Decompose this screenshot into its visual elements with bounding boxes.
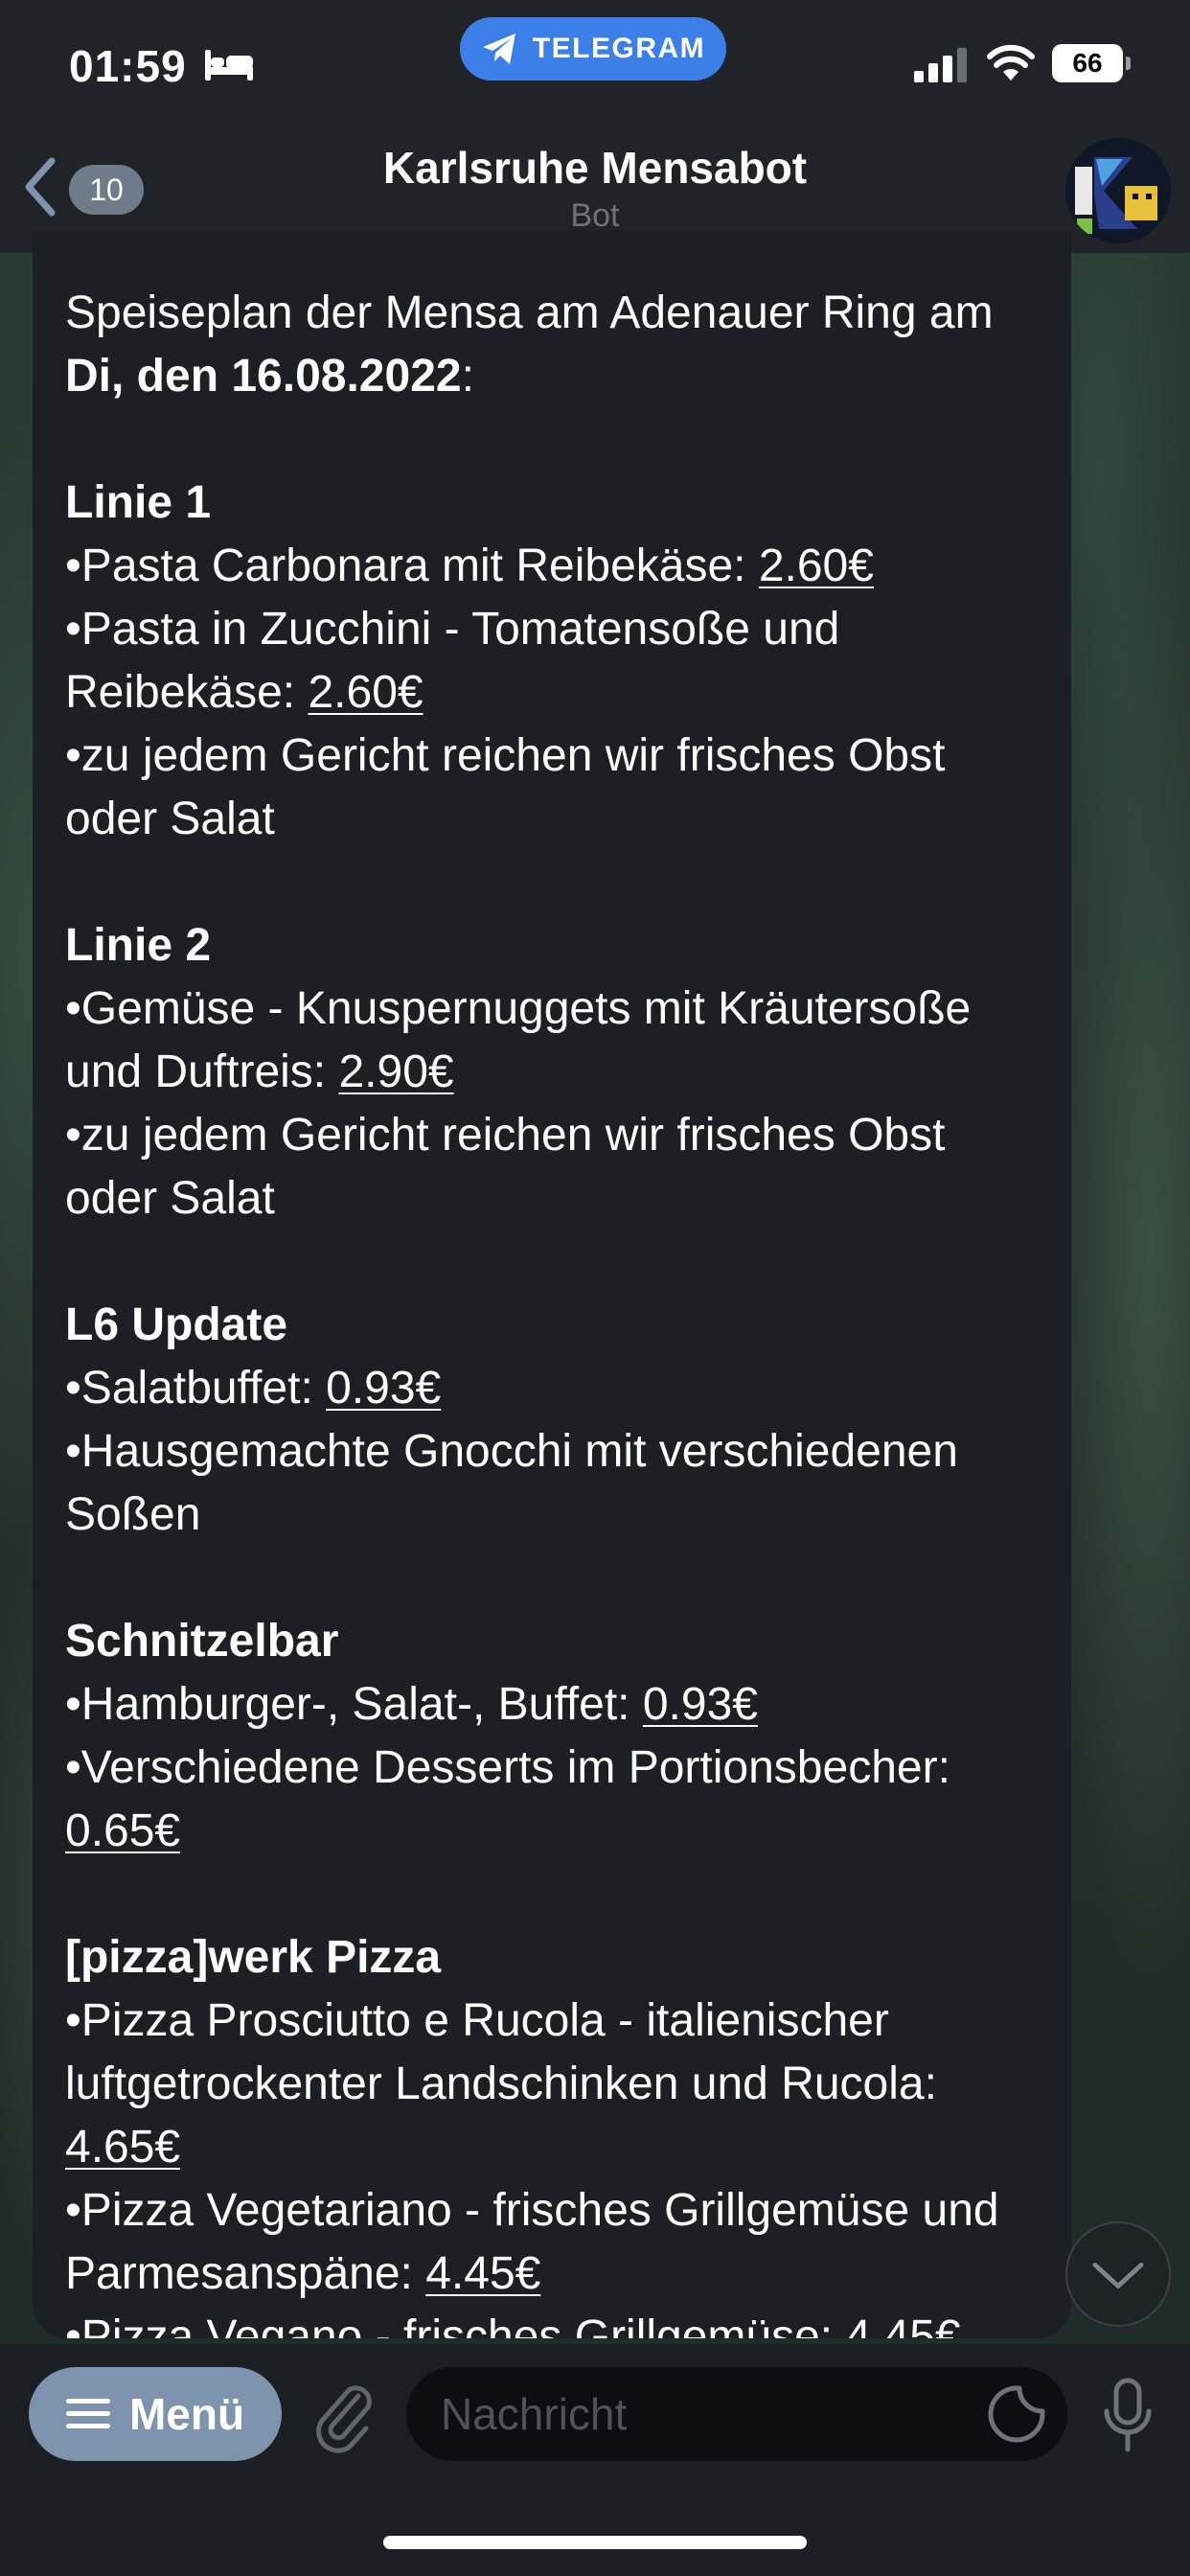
- menu-item: •Gemüse - Knuspernuggets mit Kräutersoße…: [65, 978, 1039, 1104]
- bed-icon: [205, 50, 253, 80]
- menu-item-text: •Verschiedene Desserts im Portionsbecher…: [65, 1742, 950, 1793]
- menu-item: •Pasta in Zucchini - Tomatensoße und Rei…: [65, 598, 1039, 724]
- menu-item-price[interactable]: 2.60€: [308, 667, 423, 718]
- menu-section-heading: L6 Update: [65, 1300, 288, 1350]
- telegram-pill[interactable]: TELEGRAM: [460, 17, 726, 80]
- message-date: Di, den 16.08.2022: [65, 351, 462, 402]
- menu-item: •Hausgemachte Gnocchi mit verschiedenen …: [65, 1420, 1039, 1547]
- menu-item-text: •Hamburger-, Salat-, Buffet:: [65, 1679, 643, 1730]
- avatar[interactable]: [1065, 138, 1171, 243]
- menu-item: •Verschiedene Desserts im Portionsbecher…: [65, 1736, 1039, 1863]
- sticker-icon[interactable]: [987, 2384, 1046, 2444]
- menu-item-price[interactable]: 0.93€: [643, 1679, 758, 1730]
- menu-section-heading: Linie 2: [65, 920, 212, 971]
- menu-message: Speiseplan der Mensa am Adenauer Ring am…: [65, 282, 1039, 2338]
- status-time: 01:59: [69, 41, 187, 91]
- menu-item-text: •Pasta in Zucchini - Tomatensoße und Rei…: [65, 604, 840, 718]
- menu-item-price[interactable]: 0.93€: [326, 1363, 441, 1414]
- battery-icon: 66: [1052, 44, 1131, 82]
- signal-icon: [914, 48, 967, 82]
- menu-item-text: •zu jedem Gericht reichen wir frisches O…: [65, 1110, 946, 1224]
- menu-item-text: •Pizza Prosciutto e Rucola - italienisch…: [65, 1995, 937, 2109]
- menu-item-price[interactable]: 4.65€: [65, 2122, 180, 2173]
- menu-item-price[interactable]: 4.45€: [845, 2312, 960, 2338]
- message-intro: Speiseplan der Mensa am Adenauer Ring am…: [65, 288, 994, 402]
- message-input[interactable]: [406, 2367, 1067, 2461]
- microphone-icon[interactable]: [1102, 2377, 1154, 2453]
- menu-item-text: •zu jedem Gericht reichen wir frisches O…: [65, 730, 946, 844]
- telegram-icon: [482, 34, 515, 64]
- paperclip-icon[interactable]: [309, 2377, 378, 2453]
- bot-menu-button[interactable]: Menü: [29, 2367, 282, 2461]
- menu-item: •Pizza Vegano - frisches Grillgemüse: 4.…: [65, 2306, 1039, 2338]
- home-indicator: [383, 2536, 807, 2549]
- status-bar: 01:59 TELEGRAM 66: [0, 0, 1190, 125]
- menu-icon: [65, 2399, 110, 2428]
- menu-section-heading: Linie 1: [65, 477, 212, 528]
- menu-item: •Pizza Prosciutto e Rucola - italienisch…: [65, 1990, 1039, 2179]
- menu-item-text: •Pasta Carbonara mit Reibekäse:: [65, 540, 759, 591]
- menu-item-price[interactable]: 0.65€: [65, 1806, 180, 1856]
- menu-item-text: •Hausgemachte Gnocchi mit verschiedenen …: [65, 1426, 958, 1540]
- wifi-icon: [987, 44, 1035, 80]
- menu-item: •Salatbuffet: 0.93€: [65, 1357, 1039, 1420]
- menu-item: •zu jedem Gericht reichen wir frisches O…: [65, 724, 1039, 851]
- menu-item: •Pizza Vegetariano - frisches Grillgemüs…: [65, 2179, 1039, 2306]
- message-bubble[interactable]: Speiseplan der Mensa am Adenauer Ring am…: [33, 230, 1071, 2338]
- scroll-down-button[interactable]: [1065, 2221, 1171, 2327]
- telegram-pill-label: TELEGRAM: [532, 33, 706, 64]
- menu-item: •Hamburger-, Salat-, Buffet: 0.93€: [65, 1673, 1039, 1736]
- menu-section-heading: Schnitzelbar: [65, 1616, 339, 1667]
- menu-item-price[interactable]: 4.45€: [425, 2248, 540, 2299]
- menu-item-text: •Pizza Vegano - frisches Grillgemüse:: [65, 2312, 846, 2338]
- menu-item-price[interactable]: 2.90€: [338, 1046, 453, 1097]
- menu-button-label: Menü: [128, 2389, 245, 2439]
- menu-item-text: •Salatbuffet:: [65, 1363, 327, 1414]
- bot-avatar-image: [1065, 138, 1171, 243]
- menu-item: •Pasta Carbonara mit Reibekäse: 2.60€: [65, 535, 1039, 598]
- menu-item-price[interactable]: 2.60€: [759, 540, 874, 591]
- menu-item: •zu jedem Gericht reichen wir frisches O…: [65, 1104, 1039, 1230]
- menu-item-text: •Gemüse - Knuspernuggets mit Kräutersoße…: [65, 983, 972, 1097]
- menu-section-heading: [pizza]werk Pizza: [65, 1932, 442, 1983]
- chat-title[interactable]: Karlsruhe Mensabot: [0, 142, 1190, 194]
